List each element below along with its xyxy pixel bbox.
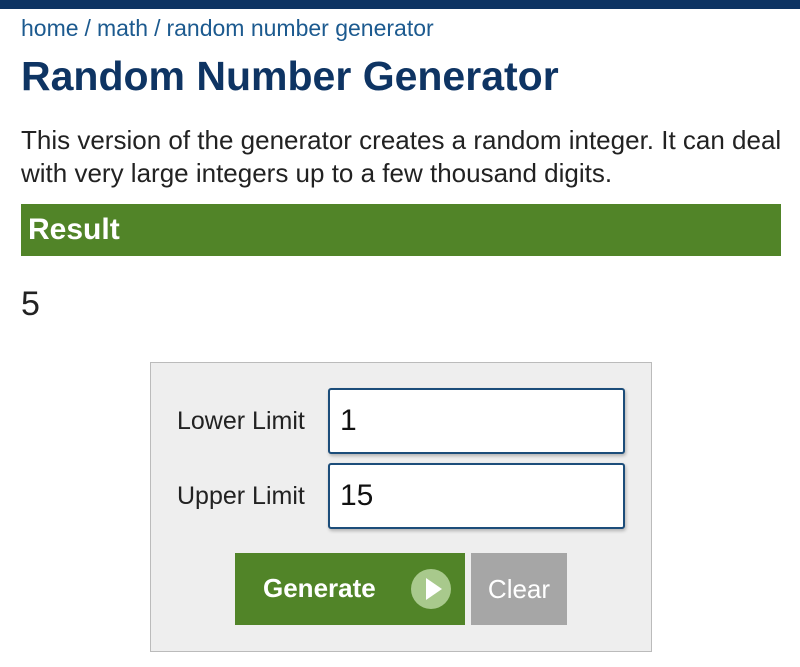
generate-button-label: Generate	[263, 573, 376, 603]
breadcrumb: home / math / random number generator	[21, 15, 434, 42]
breadcrumb-separator: /	[154, 15, 161, 41]
breadcrumb-separator: /	[84, 15, 91, 41]
page-description: This version of the generator creates a …	[21, 125, 782, 188]
generate-button[interactable]: Generate	[235, 553, 465, 625]
upper-limit-label: Upper Limit	[177, 482, 305, 510]
breadcrumb-home-link[interactable]: home	[21, 15, 79, 41]
lower-limit-label: Lower Limit	[177, 407, 305, 435]
breadcrumb-current-link[interactable]: random number generator	[166, 15, 433, 41]
breadcrumb-math-link[interactable]: math	[97, 15, 148, 41]
page-title: Random Number Generator	[21, 53, 559, 99]
lower-limit-input[interactable]	[328, 388, 625, 454]
play-circle-icon	[411, 569, 451, 609]
result-header: Result	[21, 204, 781, 256]
clear-button[interactable]: Clear	[471, 553, 567, 625]
top-bar	[0, 0, 800, 9]
upper-limit-input[interactable]	[328, 463, 625, 529]
result-value: 5	[21, 285, 40, 323]
generator-form: Lower Limit Upper Limit Generate Clear	[150, 362, 652, 652]
